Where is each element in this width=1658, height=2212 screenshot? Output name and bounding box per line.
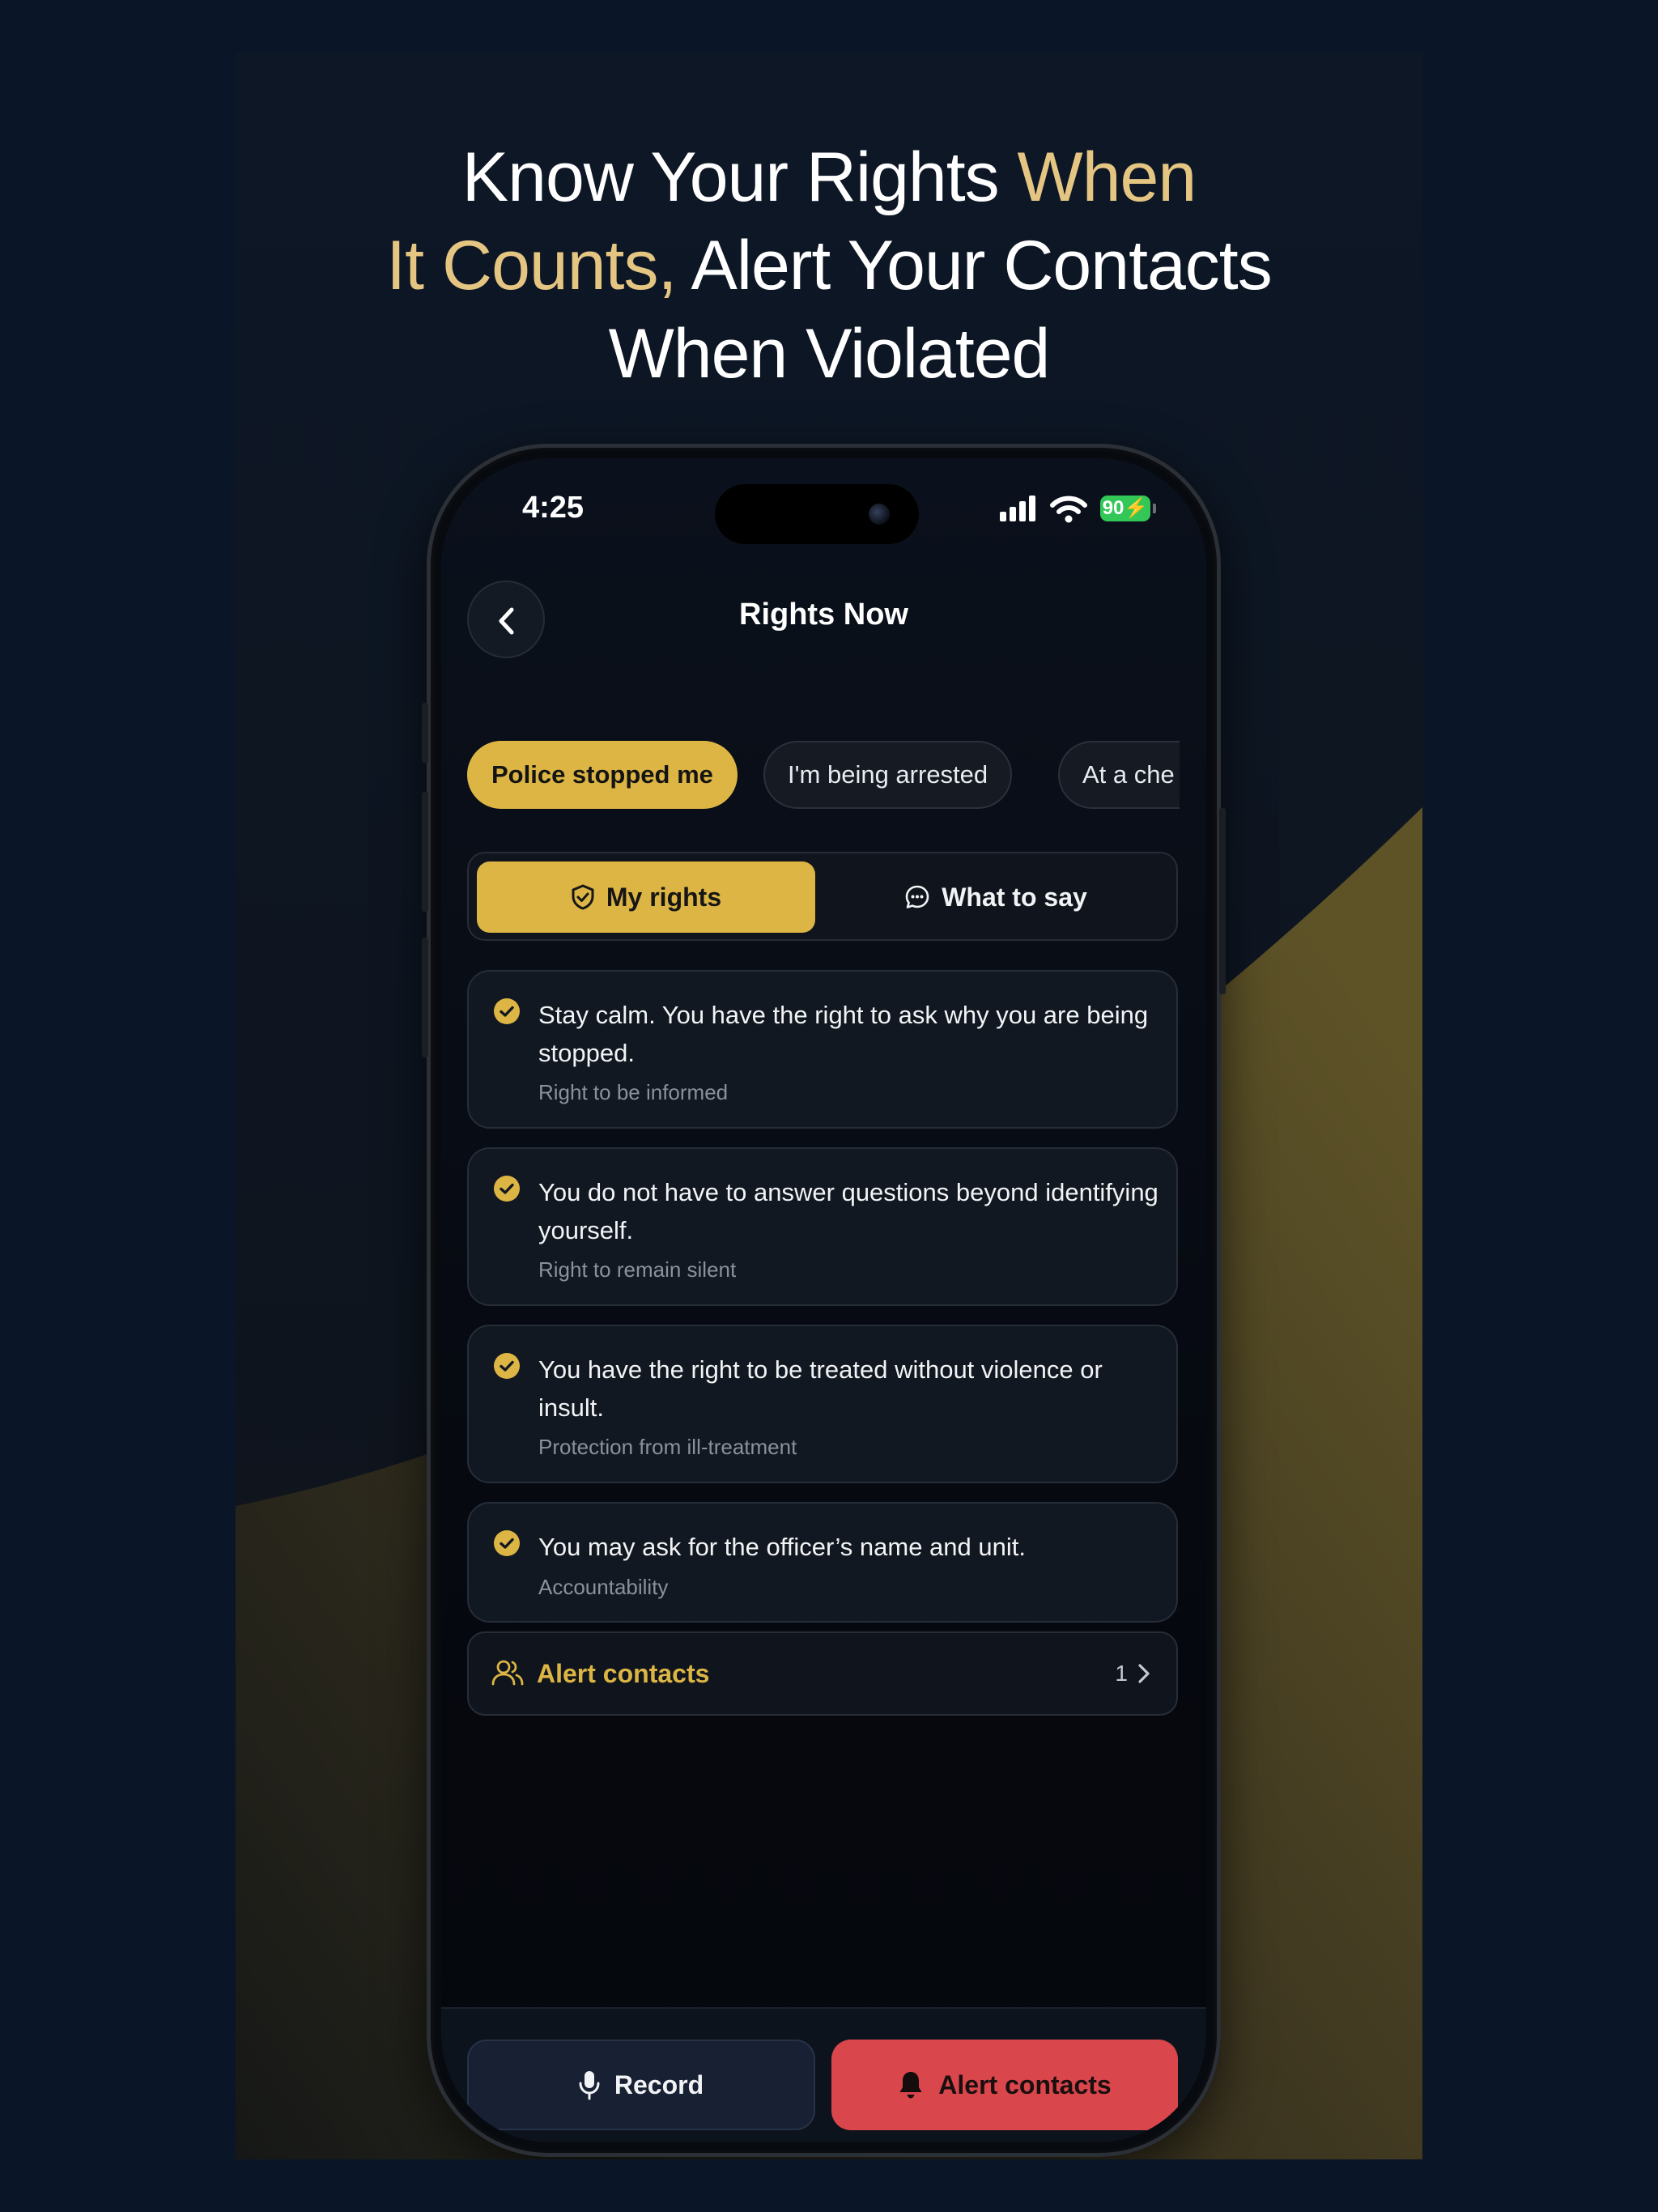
phone-mockup: 4:25 90⚡ Rights Now Police stopped me I'… bbox=[422, 444, 1226, 2157]
alert-contacts-count: 1 bbox=[1115, 1661, 1128, 1686]
action-button bbox=[422, 703, 428, 763]
volume-down-button bbox=[422, 938, 428, 1057]
right-category: Accountability bbox=[538, 1575, 669, 1599]
page-title: Rights Now bbox=[739, 598, 908, 632]
battery-tip bbox=[1153, 504, 1156, 513]
right-text: You do not have to answer questions beyo… bbox=[538, 1178, 1158, 1244]
chat-bubble-icon bbox=[905, 885, 929, 908]
alert-contacts-button[interactable]: Alert contacts bbox=[831, 2040, 1178, 2130]
scenario-chips: Police stopped me I'm being arrested At … bbox=[467, 741, 1180, 809]
wifi-icon bbox=[1050, 496, 1087, 523]
headline-line-2: It Counts, Alert Your Contacts bbox=[386, 227, 1272, 304]
tab-what-to-say[interactable]: What to say bbox=[822, 861, 1170, 933]
bottom-action-bar: Record Alert contacts bbox=[441, 2007, 1206, 2142]
microphone-icon bbox=[579, 2070, 600, 2100]
right-text: You have the right to be treated without… bbox=[538, 1355, 1103, 1422]
headline-line-3: When Violated bbox=[608, 315, 1051, 393]
camera-icon bbox=[869, 504, 890, 525]
headline-line-1: Know Your Rights When bbox=[461, 138, 1197, 216]
right-card-2[interactable]: You do not have to answer questions beyo… bbox=[467, 1147, 1178, 1306]
battery-icon: 90⚡ bbox=[1100, 496, 1150, 521]
bell-icon bbox=[899, 2071, 922, 2099]
right-text: You may ask for the officer’s name and u… bbox=[538, 1533, 1026, 1561]
right-card-3[interactable]: You have the right to be treated without… bbox=[467, 1325, 1178, 1483]
promo-poster: Know Your Rights When It Counts, Alert Y… bbox=[236, 53, 1422, 2159]
cellular-signal-icon bbox=[1000, 496, 1040, 521]
rights-tabs: My rights What to say bbox=[467, 852, 1178, 941]
check-circle-icon bbox=[494, 1530, 520, 1556]
shield-check-icon bbox=[572, 884, 594, 910]
chip-being-arrested[interactable]: I'm being arrested bbox=[763, 741, 1013, 809]
alert-contacts-label: Alert contacts bbox=[537, 1659, 710, 1688]
right-category: Protection from ill-treatment bbox=[538, 1435, 797, 1459]
status-indicators: 90⚡ bbox=[1000, 496, 1170, 525]
chevron-right-icon bbox=[1138, 1664, 1150, 1683]
right-card-4[interactable]: You may ask for the officer’s name and u… bbox=[467, 1502, 1178, 1623]
check-circle-icon bbox=[494, 1353, 520, 1379]
check-circle-icon bbox=[494, 1176, 520, 1202]
right-card-1[interactable]: Stay calm. You have the right to ask why… bbox=[467, 970, 1178, 1129]
people-icon bbox=[491, 1660, 524, 1686]
record-button[interactable]: Record bbox=[467, 2040, 815, 2130]
headline: Know Your Rights When It Counts, Alert Y… bbox=[236, 134, 1422, 398]
alert-contacts-row[interactable]: Alert contacts 1 bbox=[467, 1631, 1178, 1716]
chip-at-a-checkpoint[interactable]: At a che bbox=[1058, 741, 1180, 809]
right-category: Right to remain silent bbox=[538, 1257, 737, 1282]
tab-my-rights[interactable]: My rights bbox=[477, 861, 815, 933]
right-category: Right to be informed bbox=[538, 1080, 729, 1104]
chip-police-stopped-me[interactable]: Police stopped me bbox=[467, 741, 738, 809]
app-screen: 4:25 90⚡ Rights Now Police stopped me I'… bbox=[441, 458, 1206, 2142]
dynamic-island bbox=[715, 484, 919, 544]
volume-up-button bbox=[422, 792, 428, 912]
check-circle-icon bbox=[494, 998, 520, 1024]
right-text: Stay calm. You have the right to ask why… bbox=[538, 1001, 1149, 1067]
status-time: 4:25 bbox=[522, 491, 585, 525]
power-button bbox=[1219, 808, 1226, 994]
